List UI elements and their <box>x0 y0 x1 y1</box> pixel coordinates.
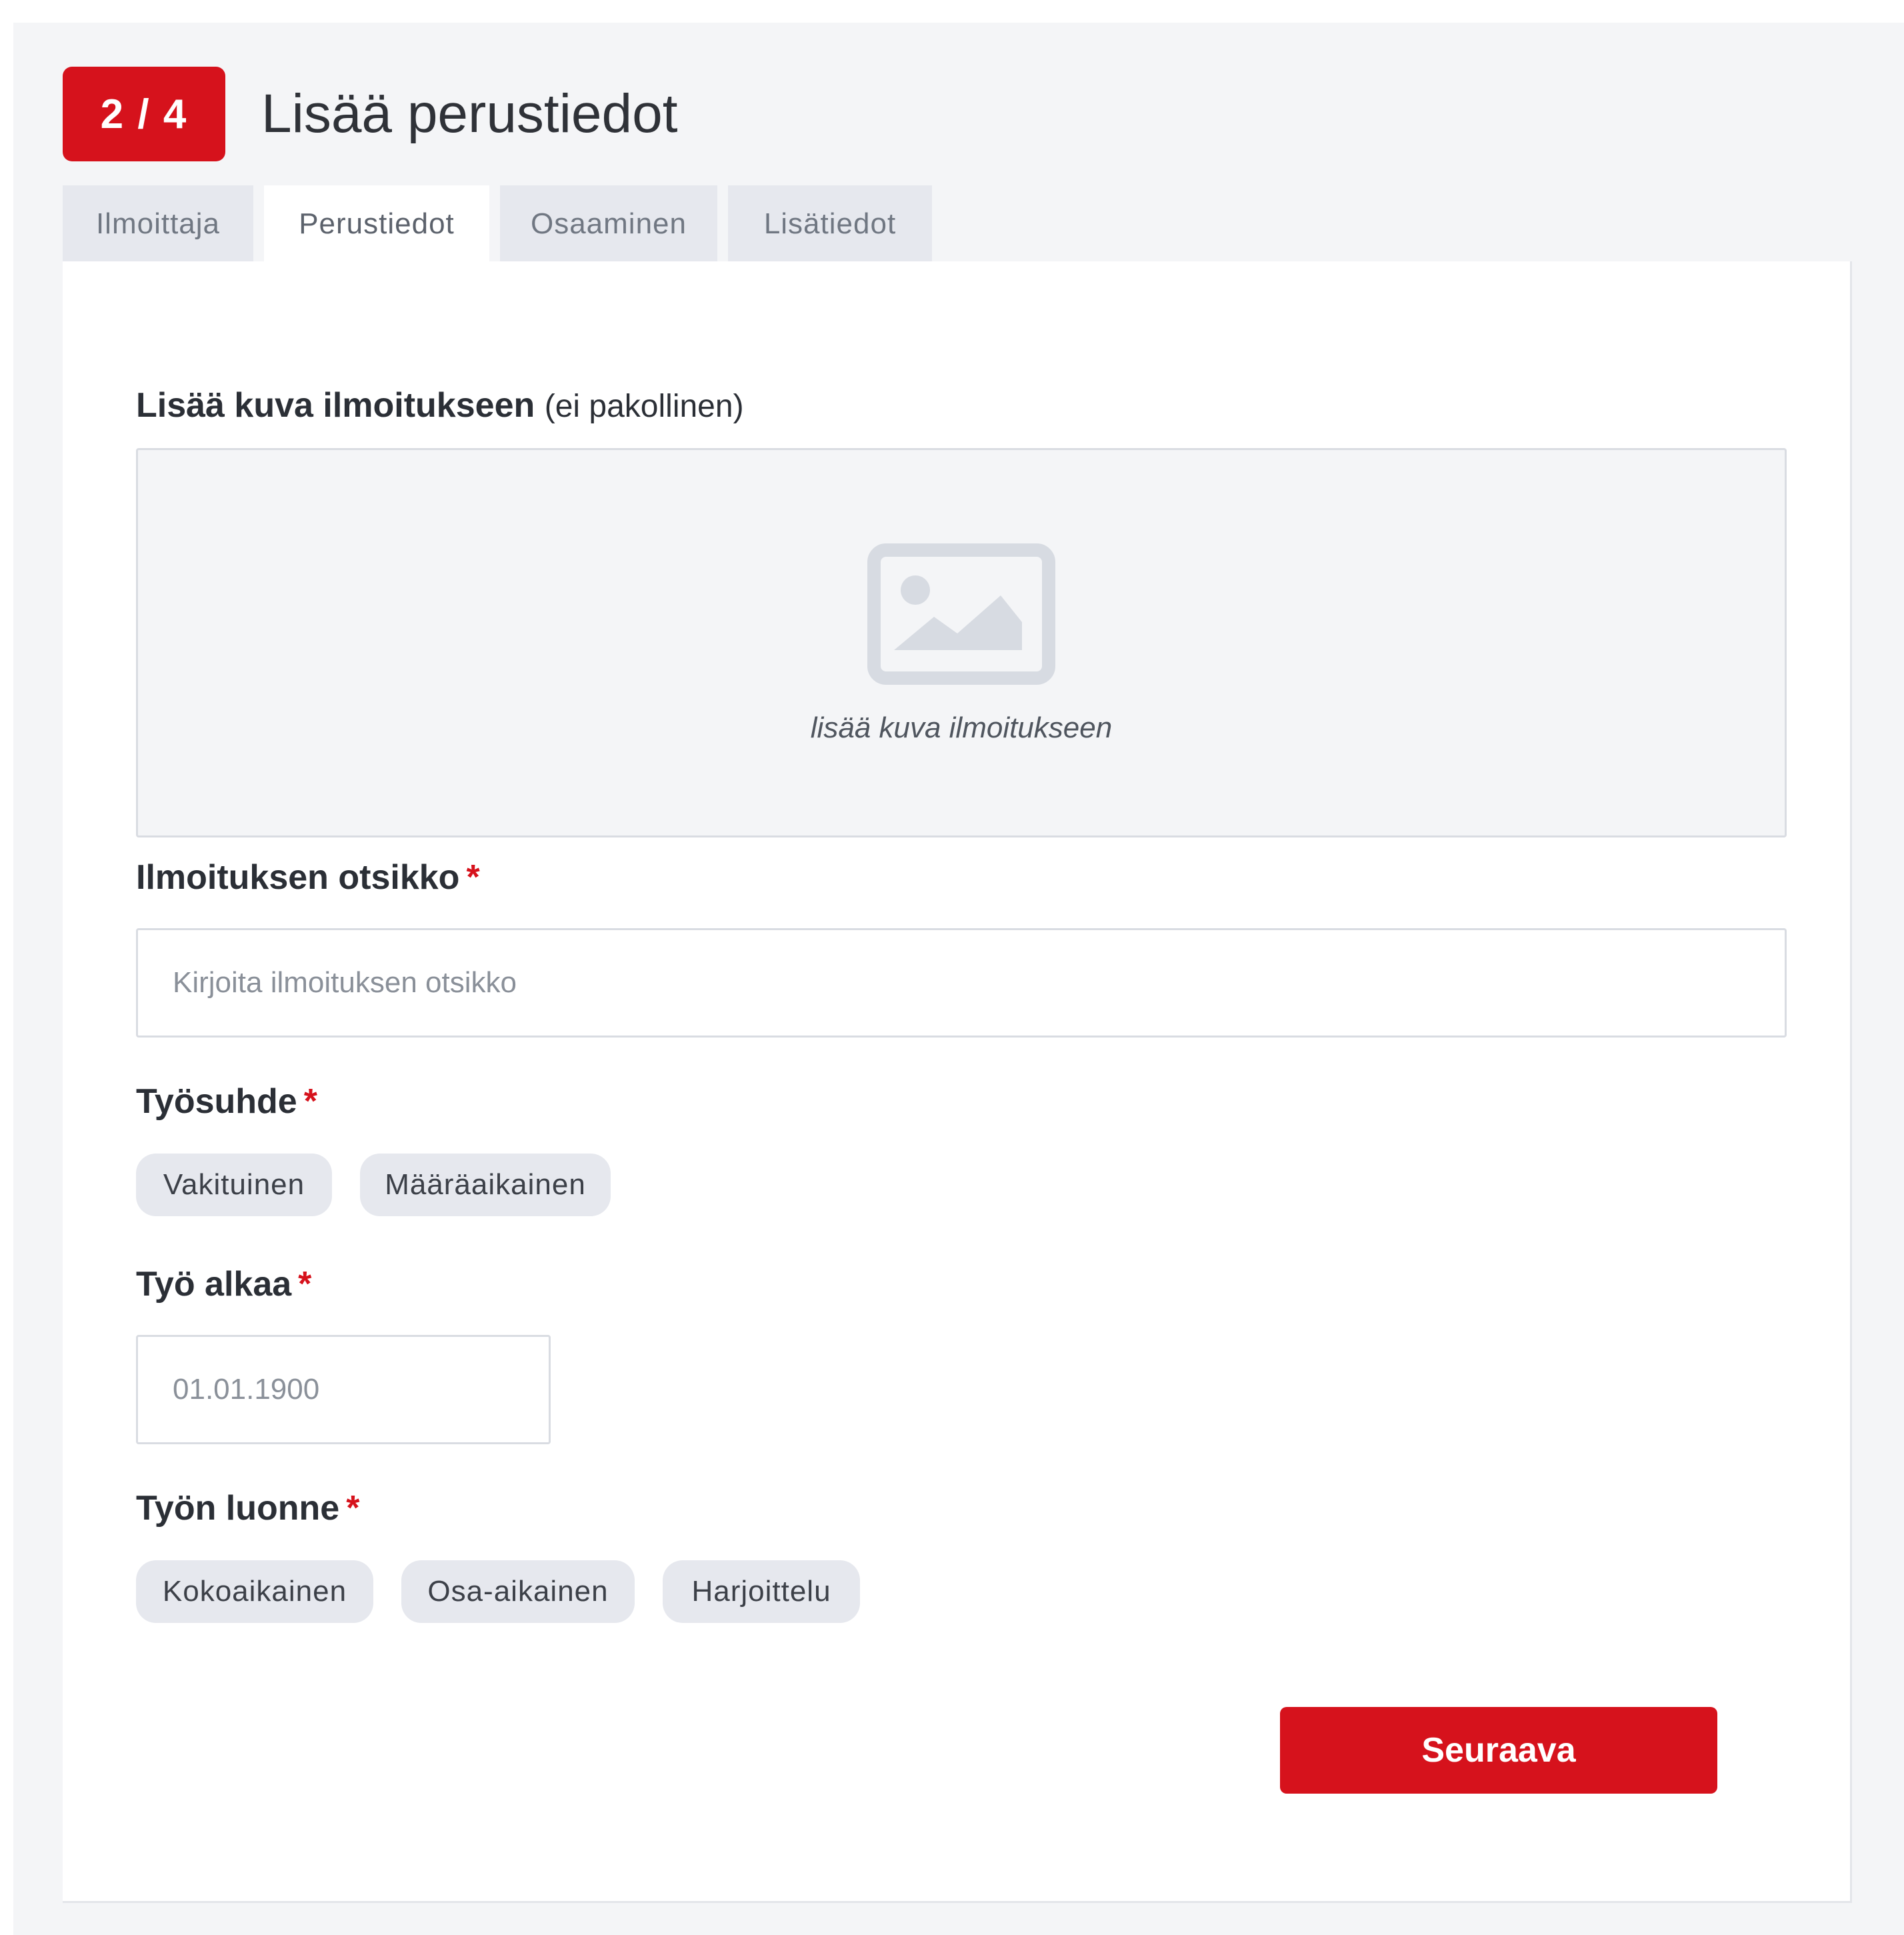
step-indicator: 2 / 4 <box>63 67 225 161</box>
image-placeholder-icon <box>867 543 1055 685</box>
start-label-text: Työ alkaa <box>136 1265 292 1304</box>
option-harjoittelu[interactable]: Harjoittelu <box>663 1560 860 1623</box>
page-background: 2 / 4 Lisää perustiedot Ilmoittaja Perus… <box>13 23 1904 1935</box>
option-maaraaikainen[interactable]: Määräaikainen <box>360 1154 611 1216</box>
start-date-input[interactable] <box>136 1335 551 1444</box>
image-label-text: Lisää kuva ilmoitukseen <box>136 386 535 425</box>
required-mark: * <box>346 1489 360 1528</box>
required-mark: * <box>466 858 480 897</box>
employment-label-text: Työsuhde <box>136 1082 297 1121</box>
title-label-text: Ilmoituksen otsikko <box>136 858 460 897</box>
nature-label-text: Työn luonne <box>136 1489 340 1528</box>
title-input[interactable] <box>136 928 1787 1038</box>
employment-label: Työsuhde * <box>136 1082 317 1122</box>
next-button[interactable]: Seuraava <box>1280 1707 1717 1794</box>
start-label: Työ alkaa * <box>136 1264 311 1304</box>
option-vakituinen[interactable]: Vakituinen <box>136 1154 332 1216</box>
required-mark: * <box>298 1265 312 1304</box>
form-panel: Lisää kuva ilmoitukseen (ei pakollinen) … <box>63 261 1852 1903</box>
tab-ilmoittaja[interactable]: Ilmoittaja <box>63 185 253 263</box>
page-title: Lisää perustiedot <box>261 83 678 144</box>
image-label: Lisää kuva ilmoitukseen (ei pakollinen) <box>136 385 744 427</box>
tab-perustiedot[interactable]: Perustiedot <box>264 185 489 263</box>
image-upload-area[interactable]: lisää kuva ilmoitukseen <box>136 448 1787 837</box>
option-osa-aikainen[interactable]: Osa-aikainen <box>401 1560 635 1623</box>
optional-note: (ei pakollinen) <box>544 389 744 424</box>
option-kokoaikainen[interactable]: Kokoaikainen <box>136 1560 373 1623</box>
nature-label: Työn luonne * <box>136 1488 359 1528</box>
required-mark: * <box>303 1082 317 1121</box>
title-label: Ilmoituksen otsikko * <box>136 857 480 897</box>
upload-hint: lisää kuva ilmoitukseen <box>810 711 1113 744</box>
tab-osaaminen[interactable]: Osaaminen <box>500 185 717 263</box>
tab-lisatiedot[interactable]: Lisätiedot <box>728 185 932 263</box>
